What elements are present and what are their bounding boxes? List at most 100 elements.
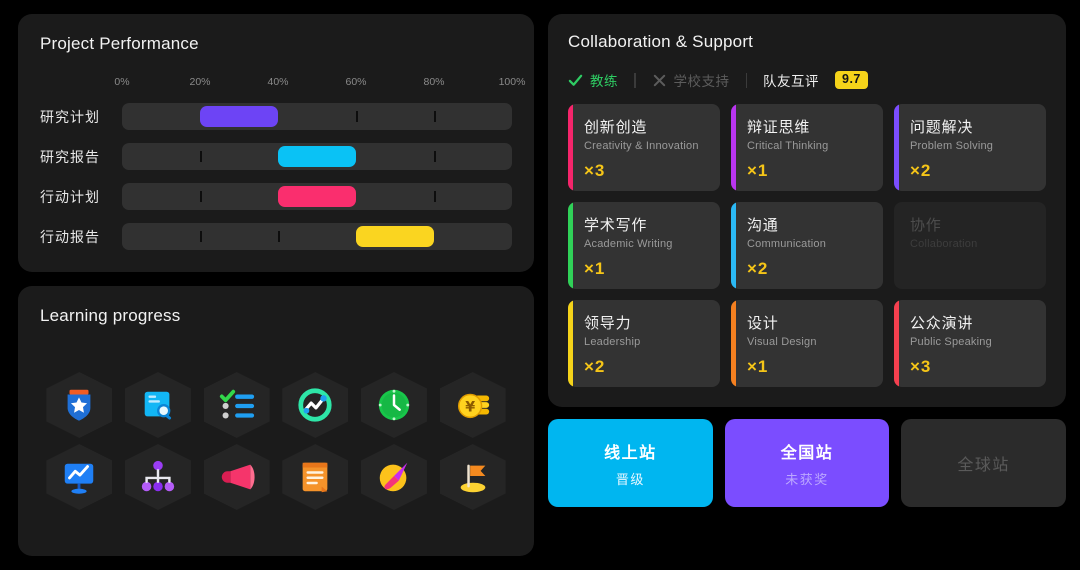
stage-button-row: 线上站 晋级 全国站 未获奖 全球站 [548, 419, 1067, 507]
analytics-chart-icon[interactable] [282, 372, 349, 438]
skill-name-cn: 沟通 [747, 217, 779, 234]
skill-count: ×3 [910, 357, 932, 376]
stage-button[interactable]: 线上站 晋级 [548, 419, 713, 507]
support-status-item[interactable]: 教练 [568, 70, 618, 90]
performance-bar-fill [200, 106, 278, 127]
performance-bar-rows: 研究计划研究报告行动计划行动报告 [40, 103, 512, 250]
support-status-label: 队友互评 [763, 74, 819, 89]
shield-star-icon[interactable] [46, 372, 113, 438]
stage-button-subtitle: 晋级 [615, 471, 645, 487]
skill-accent-bar [568, 202, 573, 289]
axis-tick-label: 80% [423, 76, 445, 88]
learning-badge-grid: ¥ [40, 342, 512, 540]
skill-count: ×2 [584, 357, 606, 376]
performance-bar-tick [434, 151, 436, 162]
support-status-label: 教练 [590, 74, 618, 89]
presentation-chart-icon[interactable] [46, 444, 113, 510]
performance-bar-label: 研究计划 [40, 108, 100, 125]
skill-card: 协作 Collaboration [894, 202, 1046, 289]
performance-bar-row: 研究计划 [40, 103, 512, 130]
performance-bar-track[interactable] [122, 103, 512, 130]
org-network-icon[interactable] [124, 444, 191, 510]
support-status-row: 教练 学校支持 队友互评 9.7 [568, 70, 1046, 90]
status-divider [634, 72, 636, 88]
skill-name-en: Communication [747, 238, 827, 250]
axis-tick-label: 0% [114, 76, 130, 88]
skill-name-en: Creativity & Innovation [584, 140, 699, 152]
skill-count: ×1 [747, 357, 769, 376]
skill-accent-bar [568, 300, 573, 387]
performance-bar-label: 行动报告 [40, 228, 100, 245]
rocket-comet-icon[interactable] [360, 444, 427, 510]
performance-bar-tick [200, 231, 202, 242]
right-column: Collaboration & Support 教练 学校支持 队友互评 9.7 创新… [548, 14, 1067, 556]
skill-accent-bar [894, 300, 899, 387]
skill-name-cn: 学术写作 [584, 217, 648, 234]
notes-icon[interactable] [282, 444, 349, 510]
support-status-item[interactable]: 队友互评 9.7 [763, 70, 868, 90]
axis-tick-label: 20% [189, 76, 211, 88]
skill-name-cn: 协作 [910, 217, 942, 234]
megaphone-icon[interactable] [203, 444, 270, 510]
skill-card[interactable]: 创新创造 Creativity & Innovation ×3 [568, 104, 720, 191]
left-column: Project Performance 0% 20% 40% 60% 80% 100% 研… [18, 14, 534, 556]
performance-bar-row: 行动计划 [40, 183, 512, 210]
support-status-item[interactable]: 学校支持 [652, 70, 730, 90]
peer-score-badge: 9.7 [835, 71, 868, 89]
skill-card[interactable]: 辩证思维 Critical Thinking ×1 [731, 104, 883, 191]
coins-yen-icon[interactable]: ¥ [439, 372, 506, 438]
performance-bar-row: 行动报告 [40, 223, 512, 250]
stage-button[interactable]: 全国站 未获奖 [724, 419, 890, 507]
skill-card[interactable]: 学术写作 Academic Writing ×1 [568, 202, 720, 289]
axis-tick-label: 40% [267, 76, 289, 88]
skill-name-cn: 设计 [747, 315, 779, 332]
stage-button-title: 线上站 [604, 444, 657, 462]
stage-button[interactable]: 全球站 [901, 419, 1067, 507]
skill-name-en: Public Speaking [910, 336, 992, 348]
skill-name-en: Leadership [584, 336, 641, 348]
performance-bar-track[interactable] [122, 183, 512, 210]
skill-count: ×1 [584, 259, 606, 278]
project-performance-panel: Project Performance 0% 20% 40% 60% 80% 100% 研… [18, 14, 534, 272]
clock-icon[interactable] [360, 372, 427, 438]
skill-accent-bar [731, 202, 736, 289]
check-icon [568, 73, 583, 88]
axis-tick-label: 100% [498, 76, 526, 88]
skill-accent-bar [894, 104, 899, 191]
performance-bar-track[interactable] [122, 223, 512, 250]
stage-button-title: 全球站 [957, 457, 1010, 474]
performance-bar-track[interactable] [122, 143, 512, 170]
skill-name-en: Visual Design [747, 336, 817, 348]
axis-tick-labels: 0% 20% 40% 60% 80% 100% [114, 76, 525, 90]
flag-goal-icon[interactable] [439, 444, 506, 510]
cross-icon [652, 73, 667, 88]
performance-bar-tick [200, 191, 202, 202]
skill-name-en: Problem Solving [910, 140, 994, 152]
skill-count: ×3 [584, 161, 606, 180]
performance-bar-tick [278, 231, 280, 242]
performance-bar-fill [278, 146, 356, 167]
performance-bar-tick [356, 111, 358, 122]
performance-bar-label: 研究报告 [40, 148, 100, 165]
skill-accent-bar [731, 104, 736, 191]
skill-card[interactable]: 公众演讲 Public Speaking ×3 [894, 300, 1046, 387]
document-search-icon[interactable] [124, 372, 191, 438]
skill-card[interactable]: 领导力 Leadership ×2 [568, 300, 720, 387]
skill-name-en: Academic Writing [584, 238, 673, 250]
performance-bar-tick [434, 191, 436, 202]
skill-card[interactable]: 问题解决 Problem Solving ×2 [894, 104, 1046, 191]
support-status-label: 学校支持 [673, 74, 730, 89]
collaboration-support-panel: Collaboration & Support 教练 学校支持 队友互评 9.7 创新… [548, 14, 1066, 407]
dashboard-root: Project Performance 0% 20% 40% 60% 80% 100% 研… [0, 0, 1080, 570]
performance-bar-tick [200, 151, 202, 162]
skill-name-en: Collaboration [910, 238, 978, 250]
skill-card[interactable]: 设计 Visual Design ×1 [731, 300, 883, 387]
performance-bar-label: 行动计划 [40, 188, 100, 205]
checklist-icon[interactable] [203, 372, 270, 438]
skill-accent-bar [731, 300, 736, 387]
skill-card[interactable]: 沟通 Communication ×2 [731, 202, 883, 289]
performance-axis: 0% 20% 40% 60% 80% 100% [40, 76, 525, 90]
learning-progress-title: Learning progress [40, 306, 181, 325]
project-performance-title: Project Performance [40, 34, 199, 53]
skill-name-en: Critical Thinking [747, 140, 829, 152]
